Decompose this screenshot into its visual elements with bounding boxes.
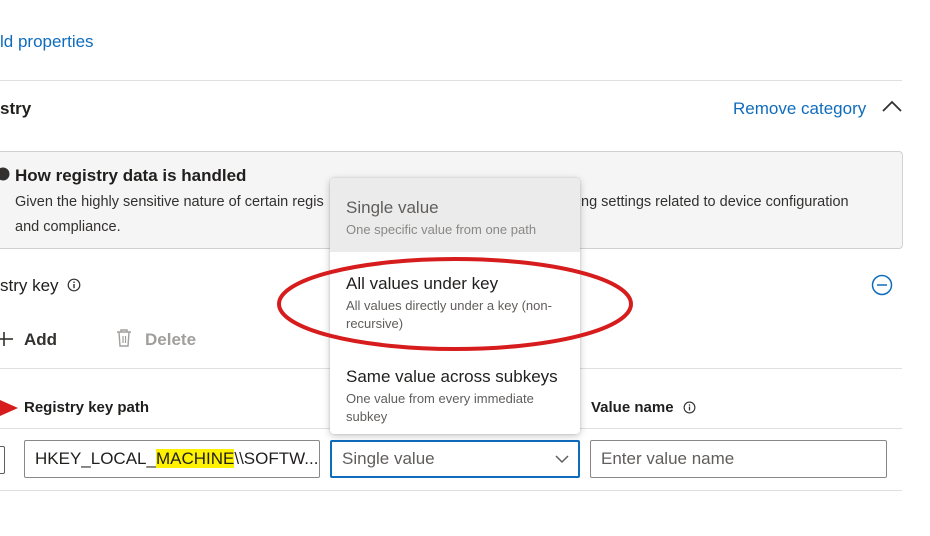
delete-button[interactable]: Delete	[145, 330, 196, 350]
info-body-right: ng settings related to device configurat…	[581, 194, 849, 210]
collapse-circle-icon[interactable]	[871, 274, 893, 296]
value-type-select[interactable]: Single value	[330, 440, 580, 478]
value-name-placeholder: Enter value name	[601, 449, 735, 468]
plus-icon[interactable]	[0, 331, 14, 347]
value-name-input[interactable]: Enter value name	[590, 440, 887, 478]
info-body-left: Given the highly sensitive nature of cer…	[15, 194, 324, 210]
trash-icon	[117, 329, 131, 347]
path-suffix: \\SOFTW...	[234, 449, 319, 468]
red-ellipse-annotation	[277, 257, 633, 351]
option-label: Same value across subkeys	[346, 367, 558, 386]
divider	[0, 80, 902, 81]
info-icon	[0, 167, 10, 181]
path-highlight: MACHINE	[155, 449, 235, 468]
column-header-value-name: Value name	[591, 399, 674, 416]
divider	[0, 490, 902, 491]
option-single-value[interactable]: Single value One specific value from one…	[330, 178, 580, 252]
add-button[interactable]: Add	[24, 330, 57, 350]
info-icon[interactable]	[683, 401, 696, 414]
info-title: How registry data is handled	[15, 166, 247, 185]
chevron-up-icon[interactable]	[881, 98, 903, 114]
build-properties-link[interactable]: ld properties	[0, 32, 94, 52]
section-title: stry	[0, 99, 32, 118]
info-icon[interactable]	[67, 278, 81, 292]
select-value: Single value	[342, 449, 435, 468]
registry-key-label: stry key	[0, 276, 59, 295]
option-description: One value from every immediate subkey	[346, 391, 534, 424]
row-checkbox[interactable]	[0, 446, 5, 474]
registry-key-path-field[interactable]: HKEY_LOCAL_MACHINE\\SOFTW...	[24, 440, 320, 478]
chevron-down-icon[interactable]	[555, 455, 569, 464]
option-same-value-across-subkeys[interactable]: Same value across subkeys One value from…	[330, 356, 580, 434]
remove-category-link[interactable]: Remove category	[733, 99, 866, 119]
column-header-registry-key-path: Registry key path	[24, 399, 150, 416]
path-prefix: HKEY_LOCAL_	[35, 449, 156, 468]
red-arrow-annotation	[0, 400, 18, 416]
option-label: Single value	[346, 198, 439, 217]
option-description: One specific value from one path	[346, 222, 537, 237]
